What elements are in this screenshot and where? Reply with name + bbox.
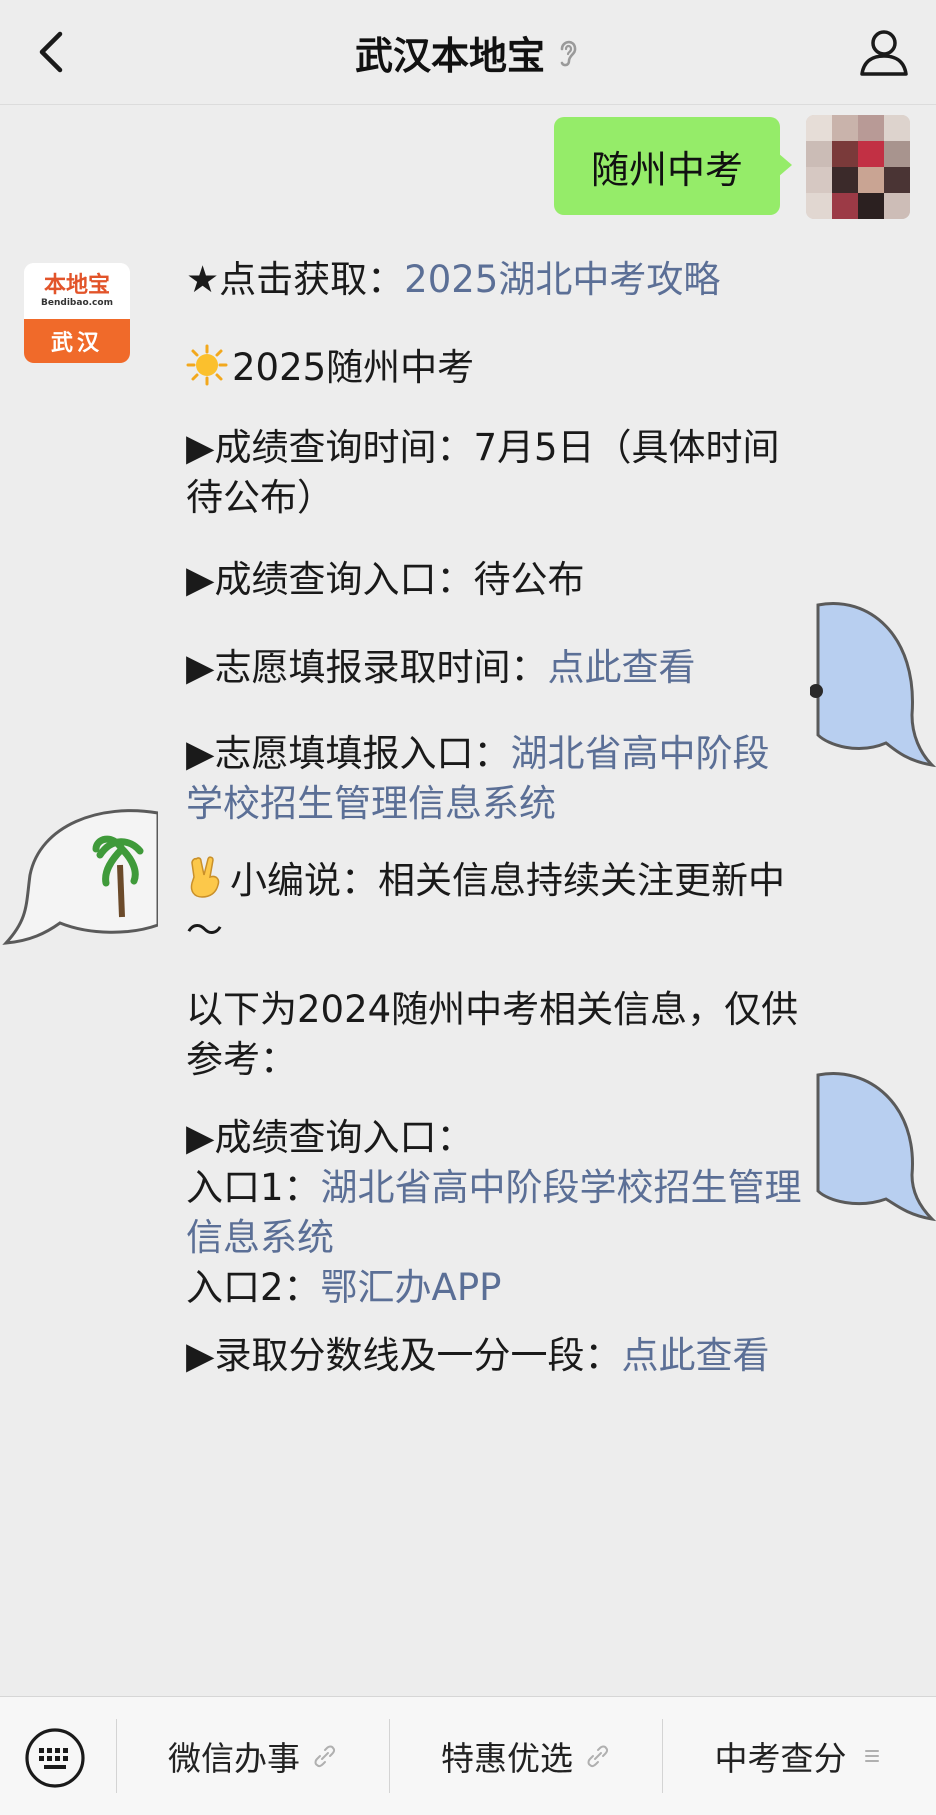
paragraph-2025-title: 2025随州中考 (186, 343, 806, 393)
paragraph-editor-note: 小编说：相关信息持续关注更新中～ (186, 855, 806, 956)
text-prefix: ▶录取分数线及一分一段： (186, 1334, 622, 1377)
paragraph-score-time: ▶成绩查询时间：7月5日（具体时间待公布） (186, 426, 780, 519)
outgoing-message-bubble[interactable]: 随州中考 (554, 117, 780, 215)
user-avatar[interactable] (806, 115, 910, 219)
text-prefix: 入口1： (186, 1166, 321, 1209)
keyboard-icon (25, 1728, 85, 1788)
logo-name: 本地宝 (43, 272, 110, 298)
logo-city: 武汉 (24, 319, 130, 363)
cloud-doodle-icon (816, 1072, 936, 1222)
back-button[interactable] (30, 24, 82, 80)
ear-icon (560, 40, 577, 67)
text-prefix: ★点击获取： (186, 258, 405, 301)
menu-item-exam-score-query[interactable]: 中考查分 (663, 1697, 936, 1815)
paragraph-score-line: ▶录取分数线及一分一段：点此查看 (186, 1331, 806, 1381)
paragraph-guide: ★点击获取：2025湖北中考攻略 (186, 255, 806, 305)
logo-domain: Bendibao.com (41, 298, 113, 308)
text-prefix: 入口2： (186, 1266, 321, 1309)
paragraph-application-entry: ▶志愿填填报入口：湖北省高中阶段学校招生管理信息系统 (186, 729, 806, 829)
text-line: ▶成绩查询入口： (186, 1116, 474, 1159)
profile-button[interactable] (854, 22, 914, 82)
chat-title: 武汉本地宝 (354, 33, 545, 78)
section-title: 2025随州中考 (232, 346, 475, 389)
editor-note-text: 小编说：相关信息持续关注更新中～ (186, 859, 785, 952)
palm-cloud-doodle-icon (2, 809, 160, 945)
sun-icon (186, 344, 228, 386)
menu-item-label: 中考查分 (714, 1739, 847, 1778)
incoming-message-bubble: ★点击获取：2025湖北中考攻略 2025随州中考 ▶成绩查询时间：7月5日（具… (158, 255, 810, 1695)
link-view-application-time[interactable]: 点此查看 (547, 646, 695, 689)
cloud-doodle-icon (809, 602, 936, 768)
link-icon (314, 1745, 336, 1768)
bubble-tail (778, 153, 792, 177)
link-icon (587, 1745, 609, 1768)
account-avatar[interactable]: 本地宝 Bendibao.com 武汉 (24, 263, 130, 363)
link-2025-guide[interactable]: 2025湖北中考攻略 (404, 258, 720, 301)
chevron-left-icon (39, 31, 63, 73)
text-prefix: ▶志愿填报录取时间： (186, 646, 548, 689)
submenu-list-icon (864, 1750, 879, 1762)
paragraph-score-entry: ▶成绩查询入口：待公布 (186, 558, 585, 601)
pixelated-avatar-icon (806, 115, 910, 219)
link-entry-2[interactable]: 鄂汇办APP (321, 1266, 502, 1309)
chat-area[interactable]: 随州中考 本地宝 Bendibao.com 武汉 ★点击获取：2025湖北中考攻… (0, 105, 936, 1695)
bottom-menu: 微信办事 特惠优选 中考查分 (0, 1696, 936, 1815)
paragraph-application-time: ▶志愿填报录取时间：点此查看 (186, 643, 806, 693)
person-icon (860, 30, 908, 76)
paragraph-2024-intro: 以下为2024随州中考相关信息，仅供参考： (186, 988, 799, 1081)
link-view-score-line[interactable]: 点此查看 (621, 1334, 769, 1377)
text-prefix: ▶志愿填填报入口： (186, 732, 511, 775)
top-bar: 武汉本地宝 (0, 0, 936, 105)
keyboard-toggle-button[interactable] (24, 1727, 86, 1789)
menu-item-label: 特惠优选 (441, 1739, 573, 1778)
menu-item-wechat-services[interactable]: 微信办事 (117, 1697, 389, 1815)
menu-item-label: 微信办事 (168, 1739, 300, 1778)
victory-hand-icon (190, 856, 220, 898)
menu-item-special-offers[interactable]: 特惠优选 (390, 1697, 662, 1815)
outgoing-message-text: 随州中考 (590, 147, 743, 192)
paragraph-2024-score-entry: ▶成绩查询入口： 入口1：湖北省高中阶段学校招生管理信息系统 入口2：鄂汇办AP… (186, 1113, 806, 1313)
